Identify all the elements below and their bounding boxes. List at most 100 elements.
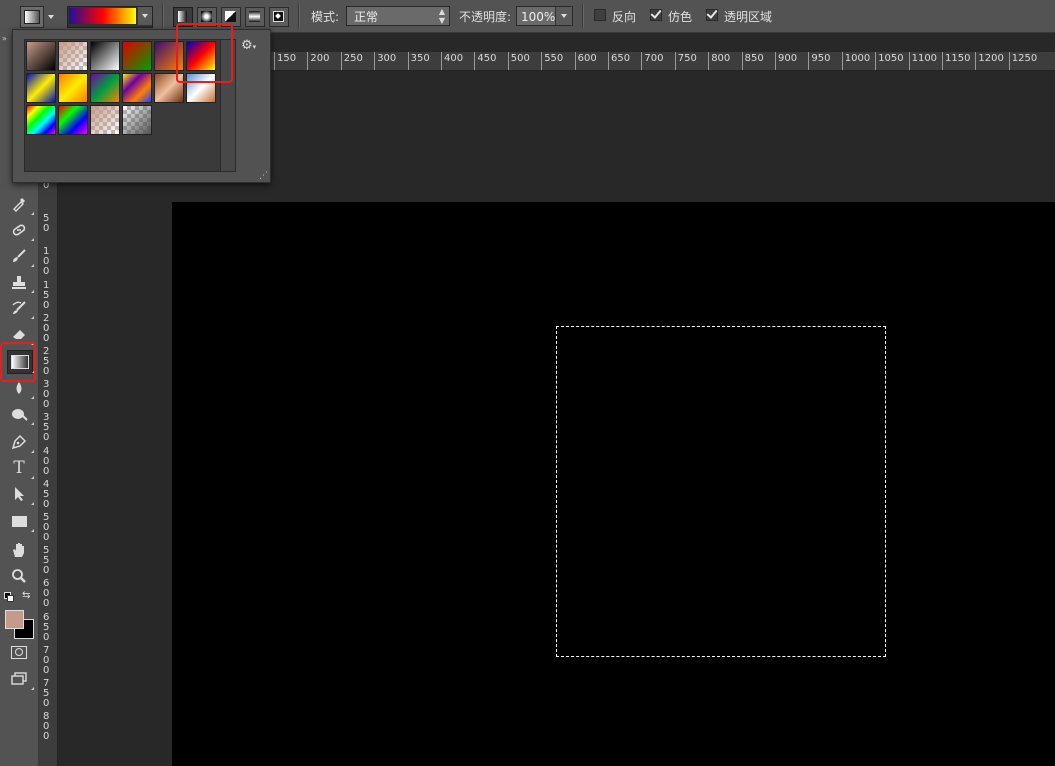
dodge-icon[interactable] bbox=[7, 403, 34, 425]
gradient-editor-swatch[interactable] bbox=[67, 6, 153, 28]
chevron-down-icon bbox=[561, 14, 567, 18]
type-icon[interactable]: T bbox=[7, 457, 34, 479]
ruler-label: 1 0 0 bbox=[43, 246, 50, 278]
ruler-label: 3 0 0 bbox=[43, 379, 50, 411]
gradient-swatch-foreground-to-transparent[interactable] bbox=[58, 41, 88, 71]
ruler-label: 650 bbox=[608, 52, 630, 70]
foreground-color-swatch[interactable] bbox=[5, 610, 24, 629]
opacity-dropdown[interactable] bbox=[555, 7, 572, 25]
ruler-label: 1100 bbox=[908, 52, 937, 70]
path-select-icon[interactable] bbox=[7, 483, 34, 505]
ruler-label: 5 5 0 bbox=[43, 545, 50, 577]
gradient-tool-icon bbox=[24, 10, 40, 24]
divider bbox=[162, 4, 164, 28]
eyedropper-icon[interactable] bbox=[7, 193, 34, 215]
ruler-label: 750 bbox=[674, 52, 697, 70]
reverse-label: 反向 bbox=[612, 10, 637, 24]
reverse-checkbox[interactable] bbox=[594, 9, 606, 21]
gradient-swatch-foreground-to-background[interactable] bbox=[26, 41, 56, 71]
ruler-label: 2 5 0 bbox=[43, 346, 50, 377]
gradient-swatch-yellow-violet-orange-blue[interactable] bbox=[122, 73, 152, 103]
opacity-field[interactable]: 100% bbox=[516, 6, 573, 26]
ruler-label: 1000 bbox=[841, 52, 870, 70]
linear-gradient-icon bbox=[178, 11, 187, 22]
ruler-label: 4 0 0 bbox=[43, 445, 50, 477]
ruler-label: 2 0 0 bbox=[43, 312, 50, 344]
ruler-label: 7 0 0 bbox=[43, 644, 50, 676]
mode-select[interactable]: 正常 ▲ ▼ bbox=[346, 6, 450, 26]
ruler-label: 1250 bbox=[1008, 52, 1037, 70]
panel-collapse-icon[interactable]: » bbox=[2, 34, 7, 43]
ruler-label: 500 bbox=[507, 52, 530, 70]
hand-icon[interactable] bbox=[7, 539, 31, 561]
ruler-label: 200 bbox=[307, 52, 329, 70]
ruler-label: 1200 bbox=[975, 52, 1004, 70]
ruler-label: 900 bbox=[775, 52, 797, 70]
gradient-swatch-black-white[interactable] bbox=[90, 41, 120, 71]
rectangle-icon[interactable] bbox=[7, 510, 34, 532]
ruler-label: 700 bbox=[641, 52, 663, 70]
gradient-swatch-blue-yellow-blue[interactable] bbox=[26, 73, 56, 103]
ruler-label: 150 bbox=[274, 52, 296, 70]
pen-icon[interactable] bbox=[7, 431, 34, 453]
ruler-label: 450 bbox=[474, 52, 496, 70]
diamond-gradient-button[interactable] bbox=[269, 7, 289, 27]
ruler-label: 1150 bbox=[942, 52, 970, 70]
gradient-swatch-spectrum[interactable] bbox=[26, 105, 56, 135]
resize-grip-icon[interactable]: ⋰ bbox=[259, 171, 268, 181]
opacity-label: 不透明度: bbox=[459, 10, 512, 24]
divider bbox=[582, 4, 584, 28]
gradient-swatch-neutral-density[interactable] bbox=[122, 105, 152, 135]
tool-preset-picker[interactable] bbox=[20, 6, 44, 28]
brush-icon[interactable] bbox=[7, 245, 34, 267]
dither-label: 仿色 bbox=[668, 10, 693, 24]
ruler-label: 950 bbox=[808, 52, 830, 70]
history-brush-icon[interactable] bbox=[7, 297, 34, 319]
gradient-swatch-violet-green-orange[interactable] bbox=[90, 73, 120, 103]
swap-colors-icon[interactable]: ⇆ bbox=[22, 590, 30, 601]
gradient-dropdown-button[interactable] bbox=[137, 7, 152, 25]
gear-icon[interactable]: ⚙▾ bbox=[241, 38, 256, 53]
reflected-gradient-icon bbox=[249, 11, 260, 22]
ruler-label: 350 bbox=[407, 52, 430, 70]
mode-label: 模式: bbox=[311, 10, 340, 24]
selection-marquee bbox=[556, 326, 886, 657]
clone-stamp-icon[interactable] bbox=[7, 271, 34, 293]
ruler-label: 5 0 0 bbox=[43, 512, 50, 543]
type-tool-glyph: T bbox=[13, 458, 25, 478]
highlight-box-gradient-swatch bbox=[176, 23, 233, 83]
healing-brush-icon[interactable] bbox=[7, 219, 34, 241]
radial-gradient-icon bbox=[201, 11, 212, 22]
ruler-label: 250 bbox=[340, 52, 363, 70]
updown-icon: ▲ ▼ bbox=[438, 7, 445, 25]
gradient-swatch-red-green[interactable] bbox=[122, 41, 152, 71]
screen-mode-icon[interactable] bbox=[7, 668, 34, 690]
mode-value: 正常 bbox=[354, 10, 379, 24]
highlight-box-gradient-tool bbox=[0, 342, 36, 382]
ruler-label: 6 5 0 bbox=[43, 611, 50, 643]
reflected-gradient-button[interactable] bbox=[245, 7, 265, 27]
gradient-swatch-orange-yellow-orange[interactable] bbox=[58, 73, 88, 103]
quick-mask-icon[interactable] bbox=[7, 641, 31, 663]
angle-gradient-icon bbox=[225, 11, 236, 22]
zoom-icon[interactable] bbox=[7, 565, 31, 587]
gradient-swatch-transparent-stripes[interactable] bbox=[90, 105, 120, 135]
gradient-swatch-transparent-rainbow[interactable] bbox=[58, 105, 88, 135]
ruler-label: 6 0 0 bbox=[43, 578, 50, 610]
default-colors-icon[interactable] bbox=[4, 592, 14, 602]
ruler-label: 1050 bbox=[875, 52, 904, 70]
ruler-label: 600 bbox=[574, 52, 597, 70]
opacity-value: 100% bbox=[521, 10, 556, 24]
diamond-gradient-icon bbox=[273, 11, 284, 22]
dither-checkbox[interactable] bbox=[650, 9, 662, 21]
transparency-label: 透明区域 bbox=[724, 10, 773, 24]
chevron-down-icon bbox=[142, 14, 148, 18]
transparency-checkbox[interactable] bbox=[706, 9, 718, 21]
chevron-down-icon[interactable] bbox=[48, 15, 54, 19]
ruler-label: 550 bbox=[541, 52, 563, 70]
ruler-label: 300 bbox=[374, 52, 396, 70]
gradient-preview[interactable] bbox=[69, 8, 136, 24]
divider bbox=[298, 4, 300, 28]
ruler-label: 850 bbox=[741, 52, 764, 70]
ruler-label: 5 0 bbox=[43, 213, 50, 235]
